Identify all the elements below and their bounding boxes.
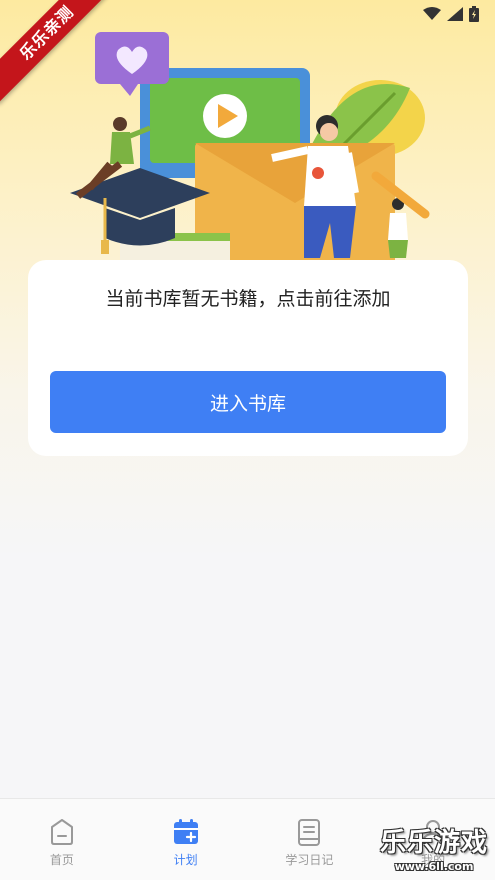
tab-study-diary[interactable]: 学习日记 [248, 799, 372, 880]
enter-library-button[interactable]: 进入书库 [50, 371, 446, 433]
watermark-url: www.6ll.com [394, 860, 474, 873]
tab-home[interactable]: 首页 [0, 799, 124, 880]
tab-plan-label: 计划 [173, 853, 198, 867]
empty-library-card: 当前书库暂无书籍，点击前往添加 进入书库 [28, 260, 468, 456]
signal-icon [447, 7, 463, 21]
tab-plan[interactable]: 计划 [124, 799, 248, 880]
empty-library-illustration [70, 32, 430, 268]
home-icon [50, 819, 73, 845]
watermark-title: 乐乐游戏 [379, 828, 488, 858]
notebook-icon [298, 819, 321, 846]
watermark-logo: 乐乐游戏 www.6ll.com [375, 826, 493, 878]
tab-study-diary-label: 学习日记 [285, 853, 334, 867]
tab-home-label: 首页 [49, 853, 74, 867]
battery-icon [469, 6, 479, 22]
calendar-plus-icon [173, 819, 198, 844]
empty-library-message: 当前书库暂无书籍，点击前往添加 [105, 288, 391, 310]
wifi-icon [423, 7, 441, 20]
